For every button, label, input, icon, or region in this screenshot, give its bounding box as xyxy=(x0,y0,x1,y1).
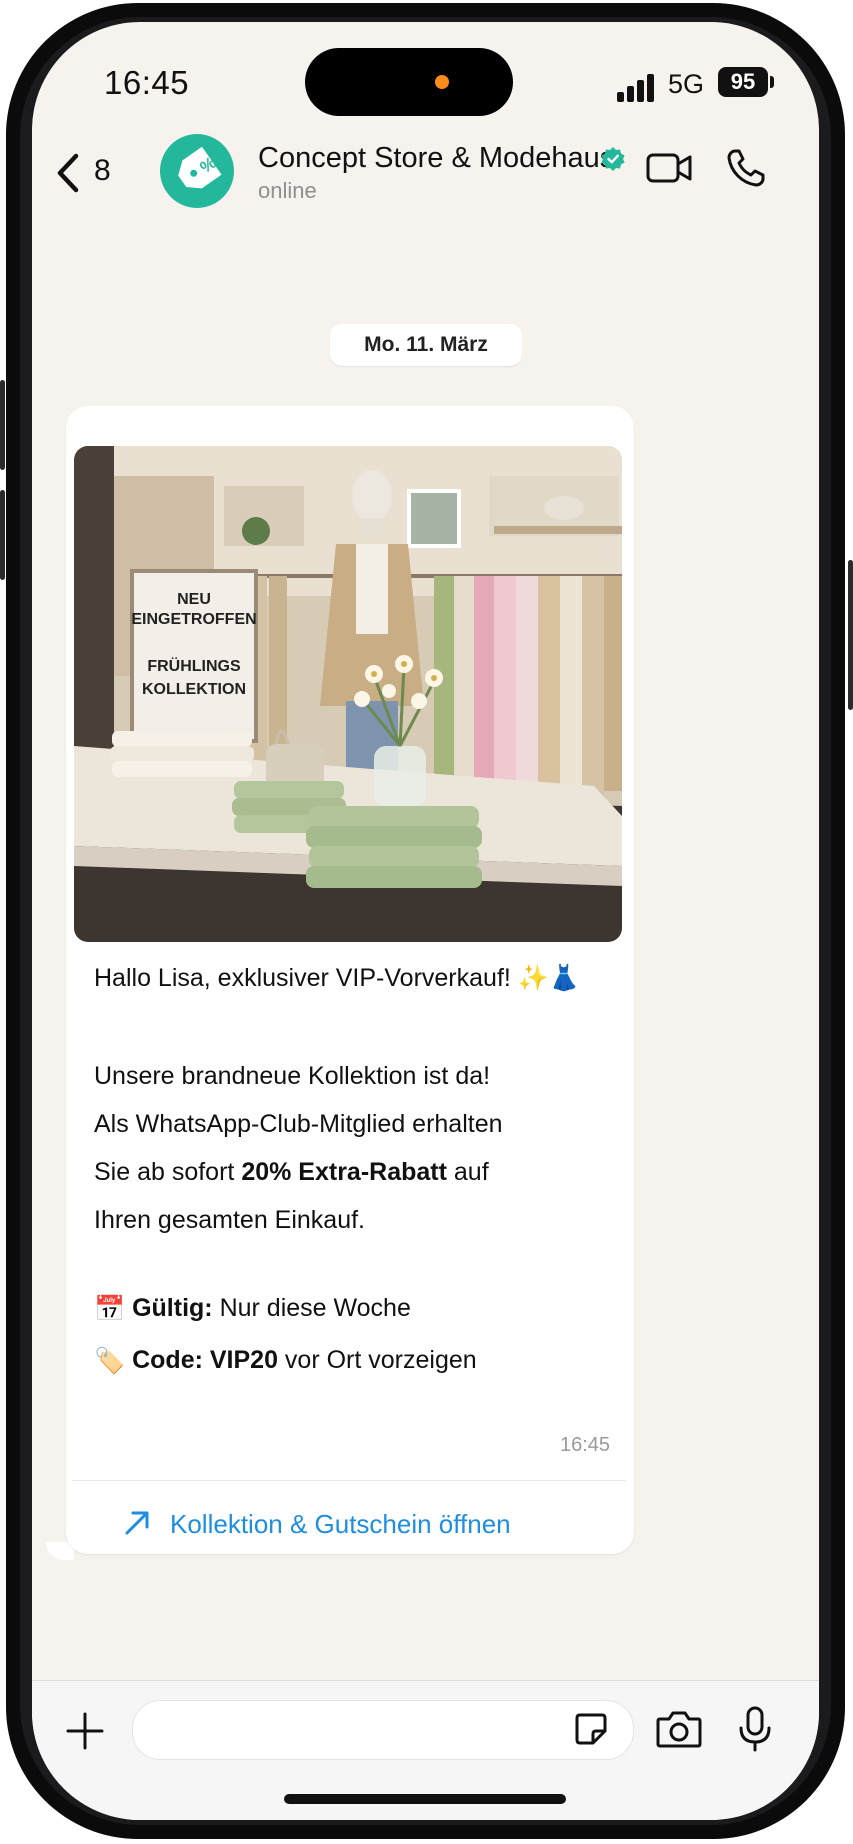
sign-line: NEU xyxy=(177,591,211,608)
cta-label: Kollektion & Gutschein öffnen xyxy=(170,1509,511,1539)
message-line: Ihren gesamten Einkauf. xyxy=(94,1206,365,1234)
message-line: Sie ab sofort 20% Extra-Rabatt auf xyxy=(94,1158,489,1186)
home-indicator[interactable] xyxy=(284,1794,566,1804)
verified-badge-icon xyxy=(601,147,625,171)
message-input[interactable] xyxy=(132,1700,634,1760)
arrow-up-right-icon xyxy=(125,1511,149,1535)
cta-divider xyxy=(72,1480,626,1481)
tag-icon: 🏷️ xyxy=(94,1346,126,1375)
open-collection-button[interactable]: Kollektion & Gutschein öffnen xyxy=(122,1502,592,1546)
battery-icon: 95 xyxy=(718,67,768,97)
validity-line: 📅 Gültig: Nur diese Woche xyxy=(94,1294,411,1323)
volume-button xyxy=(0,380,5,470)
discount-highlight: 20% Extra-Rabatt xyxy=(241,1158,447,1186)
plus-icon[interactable] xyxy=(66,1712,104,1750)
sign-line: FRÜHLINGS xyxy=(147,656,241,675)
status-time: 16:45 xyxy=(104,64,190,101)
price-tag-icon: % xyxy=(178,146,222,189)
message-greeting: Hallo Lisa, exklusiver VIP-Vorverkauf! ✨… xyxy=(94,964,581,992)
unread-count[interactable]: 8 xyxy=(94,154,111,188)
volume-button xyxy=(0,490,5,580)
phone-call-icon[interactable] xyxy=(726,148,766,188)
signal-icon xyxy=(617,72,657,102)
message-line: Als WhatsApp-Club-Mitglied erhalten xyxy=(94,1110,503,1138)
sign-line: EINGETROFFEN xyxy=(131,611,256,628)
video-call-icon[interactable] xyxy=(646,152,692,184)
screen: 16:45 5G 95 8 % Concept Store & Modehaus… xyxy=(32,22,819,1820)
power-button xyxy=(848,560,853,710)
message-image[interactable]: NEU EINGETROFFEN FRÜHLINGS KOLLEKTION xyxy=(74,446,622,942)
date-separator: Mo. 11. März xyxy=(330,324,522,366)
dynamic-island xyxy=(305,48,513,116)
message-timestamp: 16:45 xyxy=(560,1434,611,1456)
contact-name[interactable]: Concept Store & Modehaus xyxy=(258,142,614,175)
chevron-left-icon[interactable] xyxy=(50,150,90,196)
sticker-icon[interactable] xyxy=(574,1712,608,1746)
message-line: Unsere brandneue Kollektion ist da! xyxy=(94,1062,491,1090)
contact-status: online xyxy=(258,178,317,203)
avatar[interactable]: % xyxy=(160,134,234,208)
mic-icon[interactable] xyxy=(738,1706,772,1752)
store-photo: NEU EINGETROFFEN FRÜHLINGS KOLLEKTION xyxy=(74,446,622,942)
calendar-icon: 📅 xyxy=(94,1294,126,1323)
network-label: 5G xyxy=(668,69,705,99)
camera-indicator xyxy=(435,75,449,89)
code-line: 🏷️ Code: VIP20 vor Ort vorzeigen xyxy=(94,1346,477,1375)
camera-icon[interactable] xyxy=(656,1710,702,1748)
sign-line: KOLLEKTION xyxy=(142,681,246,698)
battery-tip xyxy=(770,76,774,88)
